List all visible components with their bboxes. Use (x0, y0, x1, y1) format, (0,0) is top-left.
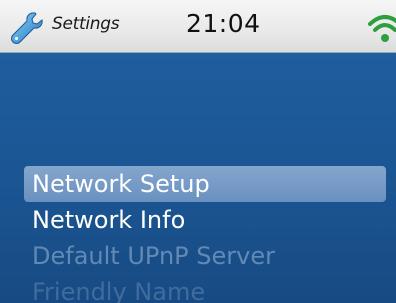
status-title: Settings (52, 14, 120, 34)
status-bar: Settings 21:04 (0, 0, 396, 53)
wifi-icon (368, 15, 396, 42)
menu-item-network-info[interactable]: Network Info (24, 202, 386, 238)
status-time: 21:04 (186, 9, 261, 38)
settings-screen: Settings 21:04 Network Setup Network Inf… (0, 0, 396, 303)
menu-item-default-upnp-server[interactable]: Default UPnP Server (24, 238, 386, 274)
menu-item-network-setup[interactable]: Network Setup (24, 166, 386, 202)
wrench-icon (11, 12, 43, 44)
settings-menu: Network Setup Network Info Default UPnP … (24, 166, 386, 303)
menu-item-friendly-name[interactable]: Friendly Name (24, 274, 386, 303)
